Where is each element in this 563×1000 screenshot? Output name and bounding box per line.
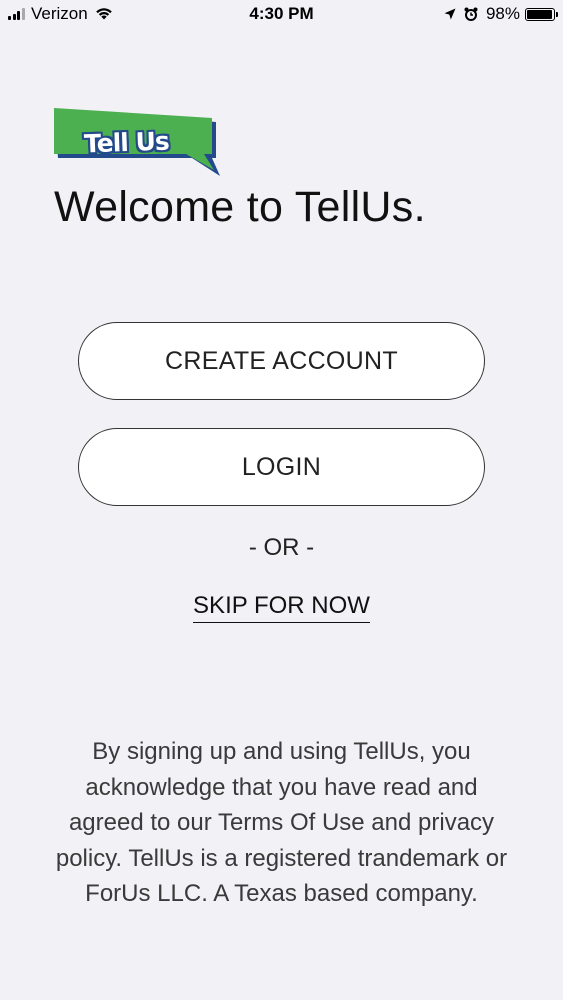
tellus-logo: Tell Us bbox=[54, 108, 222, 178]
page-title: Welcome to TellUs. bbox=[54, 183, 426, 231]
create-account-button[interactable]: CREATE ACCOUNT bbox=[78, 322, 485, 400]
battery-fill bbox=[527, 9, 553, 19]
skip-for-now-link[interactable]: SKIP FOR NOW bbox=[193, 592, 370, 623]
skip-for-now-link-container: SKIP FOR NOW bbox=[0, 592, 563, 623]
or-separator: - OR - bbox=[248, 534, 315, 561]
alarm-icon bbox=[464, 7, 478, 21]
location-arrow-icon bbox=[444, 8, 456, 20]
legal-disclaimer: By signing up and using TellUs, you ackn… bbox=[55, 738, 508, 907]
login-button[interactable]: LOGIN bbox=[78, 428, 485, 506]
logo-text: Tell Us bbox=[83, 126, 170, 159]
battery-percent: 98% bbox=[485, 4, 520, 23]
battery-icon bbox=[525, 7, 558, 21]
status-bar-right: 98% bbox=[444, 4, 558, 24]
status-bar: Verizon 4:30 PM 98% bbox=[0, 0, 563, 30]
